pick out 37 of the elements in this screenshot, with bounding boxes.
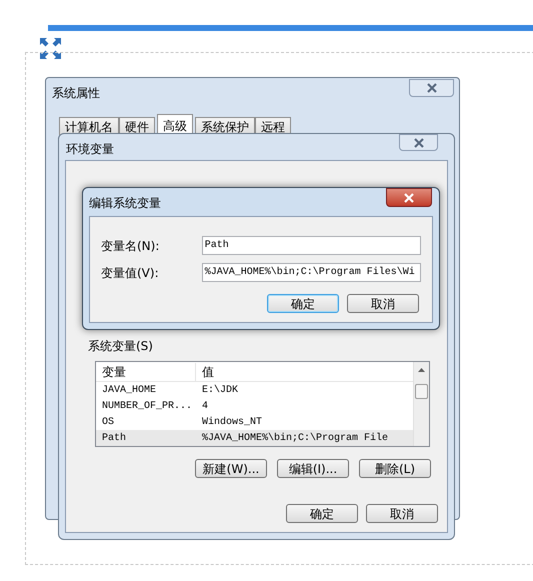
window-title: 环境变量	[66, 141, 114, 158]
close-icon	[426, 83, 438, 93]
dialog-button[interactable]: 确定	[286, 504, 358, 523]
column-header[interactable]: 值	[196, 362, 214, 380]
group-label: 系统变量(S)	[88, 338, 154, 355]
table-cell-text: E:\JDK	[201, 384, 238, 398]
close-button[interactable]	[386, 188, 432, 207]
dialog-button[interactable]: 新建(W)...	[195, 459, 267, 478]
dialog-button[interactable]: 取消	[347, 294, 419, 313]
window-title: 编辑系统变量	[89, 195, 161, 212]
close-button[interactable]	[409, 79, 454, 97]
close-icon	[412, 138, 424, 148]
close-button[interactable]	[399, 134, 438, 151]
text-field[interactable]: Path	[202, 236, 421, 255]
field-label: 变量名(N):	[101, 238, 160, 254]
expand-icon[interactable]	[40, 38, 61, 59]
window-title: 系统属性	[52, 85, 100, 102]
table-cell-text: 4	[201, 400, 208, 414]
tab[interactable]: 计算机名	[59, 117, 119, 135]
dialog-button[interactable]: 删除(L)	[359, 459, 431, 478]
column-header[interactable]: 变量	[96, 362, 196, 380]
table-cell-text: JAVA_HOME	[101, 384, 158, 398]
scrollbar[interactable]	[413, 362, 429, 446]
close-icon	[403, 192, 415, 202]
table-cell-text: Windows_NT	[201, 416, 262, 430]
table-cell-text: NUMBER_OF_PR...	[101, 400, 194, 414]
scroll-up-icon[interactable]	[418, 368, 425, 372]
field-label: 变量值(V):	[101, 264, 160, 282]
text-field[interactable]: %JAVA_HOME%\bin;C:\Program Files\Wi	[202, 263, 421, 282]
table-cell-text: OS	[101, 416, 116, 430]
table-cell-text: Path	[101, 432, 128, 446]
dialog-button[interactable]: 取消	[366, 504, 438, 523]
dialog-button[interactable]: 确定	[267, 294, 339, 313]
dialog-button[interactable]: 编辑(I)...	[277, 459, 349, 478]
scrollbar-thumb[interactable]	[415, 384, 428, 399]
table-cell-text: %JAVA_HOME%\bin;C:\Program File	[201, 432, 388, 446]
table-row[interactable]: Path %JAVA_HOME%\bin;C:\Program File	[96, 430, 413, 446]
